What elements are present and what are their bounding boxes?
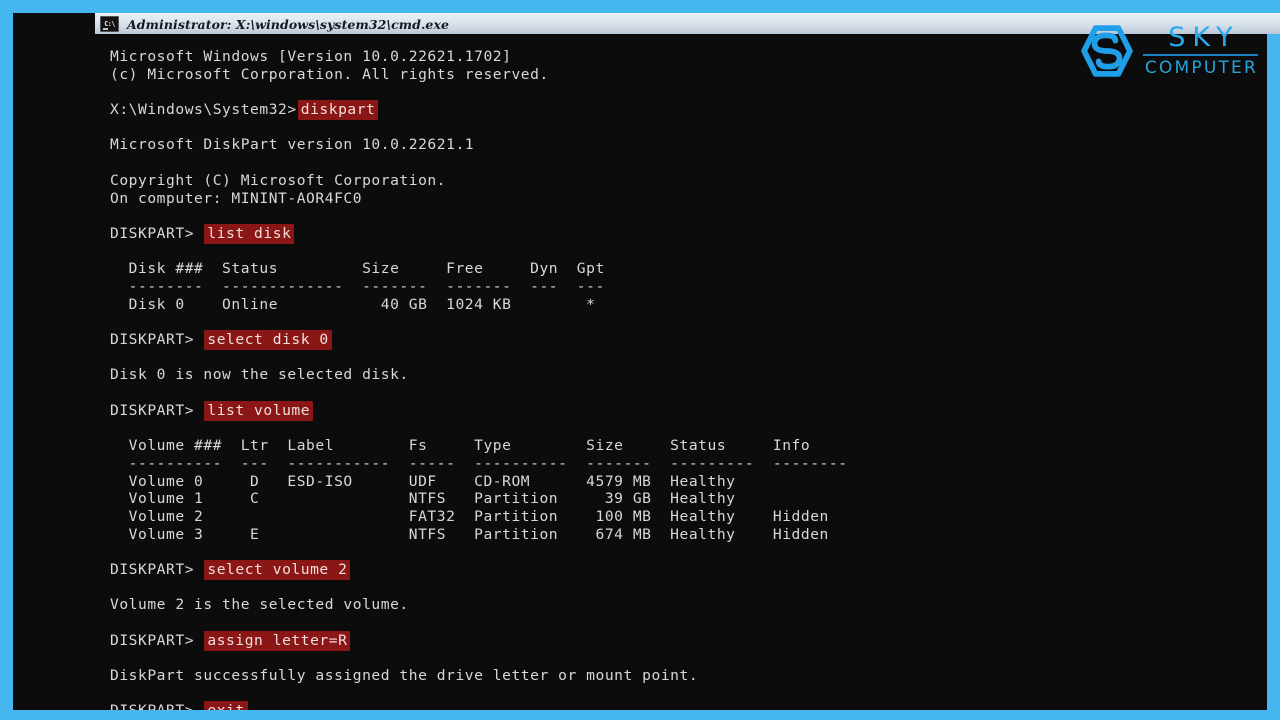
terminal-prompt: DISKPART> xyxy=(110,224,204,242)
terminal-command-highlight: list volume xyxy=(204,400,314,421)
terminal-output-line: Volume 3 E NTFS Partition 674 MB Healthy… xyxy=(110,525,829,543)
terminal-command-highlight: exit xyxy=(204,701,248,710)
terminal-output-line: Microsoft DiskPart version 10.0.22621.1 xyxy=(110,136,475,154)
terminal-command-highlight: assign letter=R xyxy=(204,630,351,651)
terminal-output-line: Volume ### Ltr Label Fs Type Size Status… xyxy=(110,437,811,455)
terminal-output-line: Volume 0 D ESD-ISO UDF CD-ROM 4579 MB He… xyxy=(110,472,736,490)
window-title-text: Administrator: X:\windows\system32\cmd.e… xyxy=(127,16,450,32)
terminal-output-line: ---------- --- ----------- ----- -------… xyxy=(110,454,848,472)
terminal-command-line: X:\Windows\System32> diskpart xyxy=(110,100,1267,121)
terminal-command-highlight: select volume 2 xyxy=(204,559,351,580)
terminal-command-line: DISKPART> select volume 2 xyxy=(110,559,1267,580)
terminal-prompt: DISKPART> xyxy=(110,560,204,578)
logo-secondary-text: COMPUTER xyxy=(1144,58,1258,78)
sky-hexagon-s-logo-icon xyxy=(1081,25,1133,77)
terminal-command-highlight: diskpart xyxy=(297,100,379,121)
terminal-prompt: DISKPART> xyxy=(110,631,204,649)
sky-computer-logo: SKY COMPUTER xyxy=(1081,24,1258,78)
terminal-output-line: DiskPart successfully assigned the drive… xyxy=(110,667,699,685)
terminal-output-line: Volume 2 is the selected volume. xyxy=(110,596,409,614)
terminal-output-line: Volume 1 C NTFS Partition 39 GB Healthy xyxy=(110,490,736,508)
terminal-prompt: DISKPART> xyxy=(110,331,204,348)
screen-frame: Microsoft Windows [Version 10.0.22621.17… xyxy=(0,0,1280,720)
terminal-output-line: -------- ------------- ------- ------- -… xyxy=(110,277,605,295)
logo-primary-text: SKY xyxy=(1168,22,1240,53)
terminal-prompt: X:\Windows\System32> xyxy=(110,101,297,119)
terminal-output-line: Disk 0 is now the selected disk. xyxy=(110,366,409,384)
terminal-command-line: DISKPART> list volume xyxy=(110,400,1267,421)
logo-divider-rule xyxy=(1142,54,1258,56)
cmd-icon: C:\ xyxy=(100,16,119,32)
terminal-output-line: Disk 0 Online 40 GB 1024 KB * xyxy=(110,295,596,313)
cmd-icon-glyph: C:\ xyxy=(104,19,115,28)
console-window[interactable]: Microsoft Windows [Version 10.0.22621.17… xyxy=(13,13,1267,710)
terminal-prompt: DISKPART> xyxy=(110,702,203,710)
terminal-command-highlight: select disk 0 xyxy=(204,330,332,350)
terminal-output-line: Copyright (C) Microsoft Corporation. xyxy=(110,171,447,189)
terminal-output-line: Disk ### Status Size Free Dyn Gpt xyxy=(110,260,605,278)
terminal-command-line: DISKPART> list disk xyxy=(110,223,1267,244)
logo-wordmark: SKY COMPUTER xyxy=(1142,22,1258,78)
terminal-output[interactable]: Microsoft Windows [Version 10.0.22621.17… xyxy=(110,48,1267,710)
terminal-output-line: On computer: MININT-AOR4FC0 xyxy=(110,189,363,207)
terminal-command-line: DISKPART> assign letter=R xyxy=(110,630,1267,651)
terminal-command-line: DISKPART> exit xyxy=(110,701,1267,710)
terminal-command-highlight: list disk xyxy=(204,223,295,244)
terminal-command-line: DISKPART> select disk 0 xyxy=(110,330,1267,350)
terminal-prompt: DISKPART> xyxy=(110,401,204,419)
terminal-output-line: Volume 2 FAT32 Partition 100 MB Healthy … xyxy=(110,507,829,525)
